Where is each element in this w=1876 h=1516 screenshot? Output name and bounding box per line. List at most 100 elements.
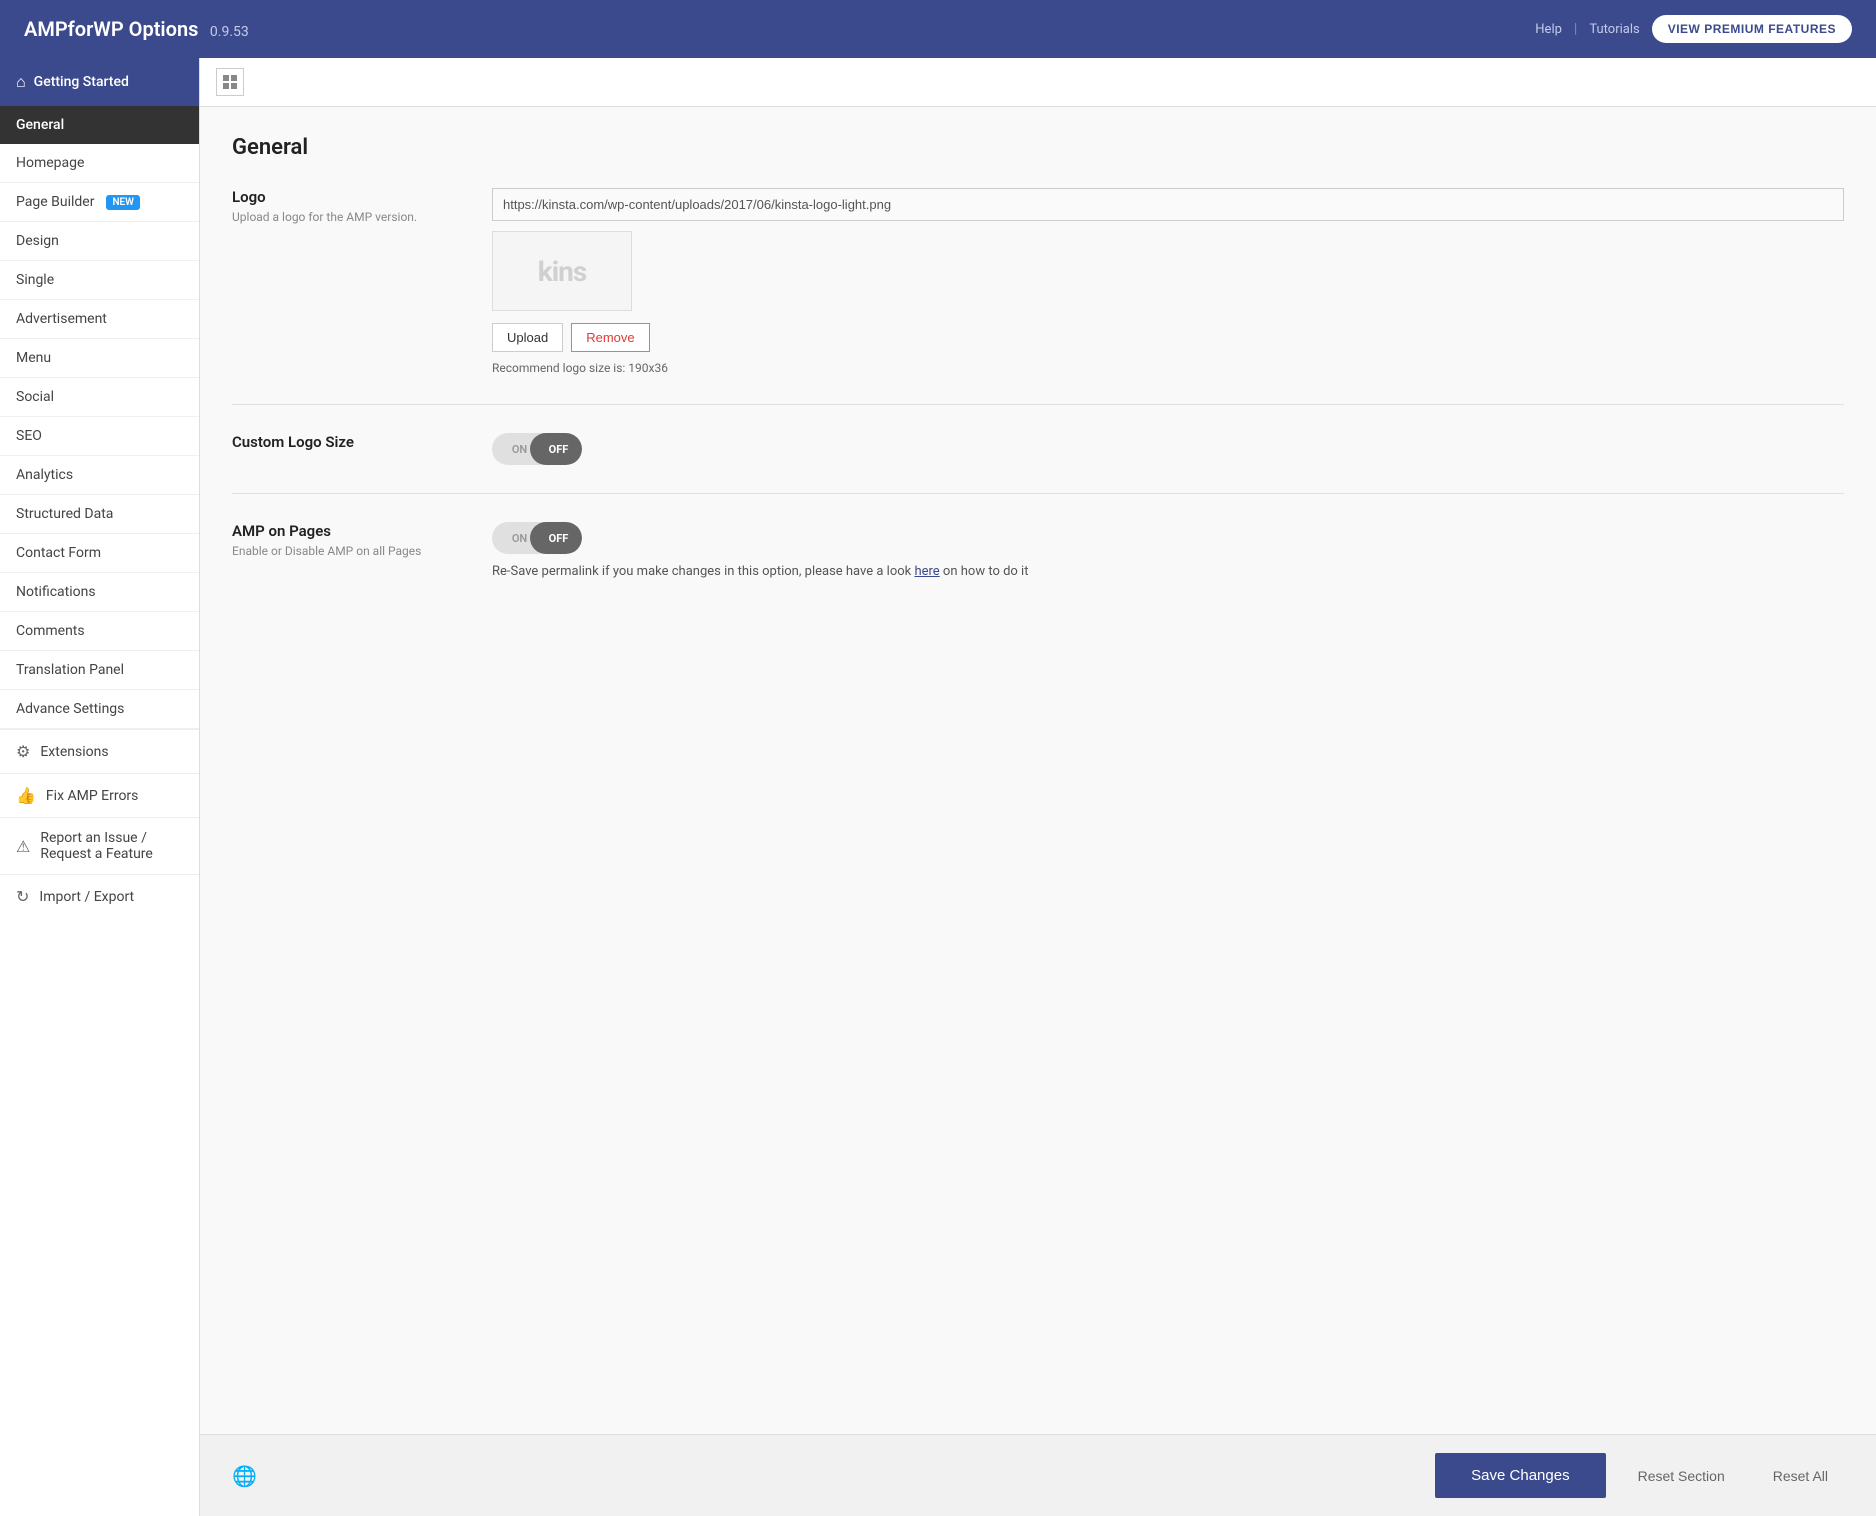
custom-logo-label: Custom Logo Size bbox=[232, 433, 452, 465]
sidebar-item-contact-form[interactable]: Contact Form bbox=[0, 534, 199, 573]
logo-buttons: Upload Remove bbox=[492, 323, 1844, 352]
amp-pages-toggle-wrap: ON OFF bbox=[492, 522, 1844, 554]
sidebar-item-extensions[interactable]: ⚙ Extensions bbox=[0, 729, 199, 773]
logo-hint: Recommend logo size is: 190x36 bbox=[492, 361, 668, 375]
logo-section: Logo Upload a logo for the AMP version. … bbox=[232, 188, 1844, 405]
logo-label: Logo bbox=[232, 188, 452, 206]
warning-icon: ⚠ bbox=[16, 837, 30, 856]
tutorials-link[interactable]: Tutorials bbox=[1589, 22, 1639, 37]
footer-globe-icon: 🌐 bbox=[232, 1464, 257, 1488]
sidebar-item-page-builder[interactable]: Page Builder NEW bbox=[0, 183, 199, 222]
sidebar-item-label: Advance Settings bbox=[16, 701, 124, 717]
sidebar-item-structured-data[interactable]: Structured Data bbox=[0, 495, 199, 534]
refresh-icon: ↻ bbox=[16, 887, 29, 906]
logo-url-input[interactable] bbox=[492, 188, 1844, 221]
sidebar-item-design[interactable]: Design bbox=[0, 222, 199, 261]
amp-note-link[interactable]: here bbox=[914, 564, 939, 579]
amp-note-text: Re-Save permalink if you make changes in… bbox=[492, 564, 914, 579]
custom-logo-toggle[interactable]: ON OFF bbox=[492, 433, 582, 465]
sidebar-item-getting-started[interactable]: ⌂ Getting Started bbox=[0, 58, 199, 106]
main-layout: ⌂ Getting Started General Homepage Page … bbox=[0, 58, 1876, 1516]
toggle-on-label: ON bbox=[492, 532, 539, 545]
sidebar-item-advertisement[interactable]: Advertisement bbox=[0, 300, 199, 339]
sidebar-item-label: Structured Data bbox=[16, 506, 113, 522]
main-toolbar bbox=[200, 58, 1876, 107]
sidebar-item-label: Page Builder bbox=[16, 194, 94, 210]
header-title-group: AMPforWP Options 0.9.53 bbox=[24, 17, 249, 41]
sidebar-item-fix-amp-errors[interactable]: 👍 Fix AMP Errors bbox=[0, 773, 199, 817]
reset-all-button[interactable]: Reset All bbox=[1757, 1458, 1844, 1494]
sidebar-item-homepage[interactable]: Homepage bbox=[0, 144, 199, 183]
toggle-off-label: OFF bbox=[539, 532, 582, 545]
remove-button[interactable]: Remove bbox=[571, 323, 649, 352]
sidebar: ⌂ Getting Started General Homepage Page … bbox=[0, 58, 200, 1516]
sidebar-item-label: Homepage bbox=[16, 155, 84, 171]
sidebar-item-label: Notifications bbox=[16, 584, 96, 600]
new-badge: NEW bbox=[106, 195, 140, 210]
logo-description: Upload a logo for the AMP version. bbox=[232, 210, 452, 224]
sidebar-item-label: Extensions bbox=[40, 744, 108, 760]
sidebar-item-label: Analytics bbox=[16, 467, 73, 483]
amp-pages-label-group: AMP on Pages Enable or Disable AMP on al… bbox=[232, 522, 452, 579]
logo-section-label: Logo Upload a logo for the AMP version. bbox=[232, 188, 452, 376]
sidebar-item-label: Report an Issue / Request a Feature bbox=[40, 830, 183, 862]
amp-pages-note: Re-Save permalink if you make changes in… bbox=[492, 564, 1844, 579]
sidebar-item-label: Comments bbox=[16, 623, 85, 639]
toggle-off-label: OFF bbox=[539, 443, 582, 456]
sidebar-item-seo[interactable]: SEO bbox=[0, 417, 199, 456]
sidebar-item-social[interactable]: Social bbox=[0, 378, 199, 417]
sidebar-item-comments[interactable]: Comments bbox=[0, 612, 199, 651]
sidebar-item-label: Fix AMP Errors bbox=[46, 788, 138, 804]
toggle-on-label: ON bbox=[492, 443, 539, 456]
grid-view-icon[interactable] bbox=[216, 68, 244, 96]
sidebar-item-label: SEO bbox=[16, 428, 42, 444]
logo-preview-text: kins bbox=[538, 255, 586, 288]
sidebar-getting-started-label: Getting Started bbox=[34, 74, 129, 90]
app-title: AMPforWP Options bbox=[24, 17, 198, 41]
footer-left: 🌐 bbox=[232, 1464, 257, 1488]
custom-logo-control: ON OFF bbox=[492, 433, 1844, 465]
amp-pages-control: ON OFF Re-Save permalink if you make cha… bbox=[492, 522, 1844, 579]
gear-icon: ⚙ bbox=[16, 742, 30, 761]
custom-logo-size-section: Custom Logo Size ON OFF bbox=[232, 433, 1844, 494]
sidebar-item-report-issue[interactable]: ⚠ Report an Issue / Request a Feature bbox=[0, 817, 199, 874]
home-icon: ⌂ bbox=[16, 72, 26, 92]
sidebar-item-general-active[interactable]: General bbox=[0, 106, 199, 144]
sidebar-item-label: Translation Panel bbox=[16, 662, 124, 678]
sidebar-item-import-export[interactable]: ↻ Import / Export bbox=[0, 874, 199, 918]
sidebar-item-label: Single bbox=[16, 272, 54, 288]
upload-button[interactable]: Upload bbox=[492, 323, 563, 352]
sidebar-item-label: Advertisement bbox=[16, 311, 107, 327]
sidebar-item-single[interactable]: Single bbox=[0, 261, 199, 300]
amp-on-pages-description: Enable or Disable AMP on all Pages bbox=[232, 544, 452, 558]
sidebar-item-label: Social bbox=[16, 389, 54, 405]
custom-logo-toggle-wrap: ON OFF bbox=[492, 433, 1844, 465]
main-panel: General Logo Upload a logo for the AMP v… bbox=[200, 58, 1876, 1516]
sidebar-item-translation-panel[interactable]: Translation Panel bbox=[0, 651, 199, 690]
logo-section-control: kins Upload Remove Recommend logo size i… bbox=[492, 188, 1844, 376]
sidebar-item-analytics[interactable]: Analytics bbox=[0, 456, 199, 495]
header-right: Help | Tutorials VIEW PREMIUM FEATURES bbox=[1535, 15, 1852, 43]
amp-note-after: on how to do it bbox=[940, 564, 1029, 579]
thumbsup-icon: 👍 bbox=[16, 786, 36, 805]
sidebar-item-label: Contact Form bbox=[16, 545, 101, 561]
amp-on-pages-section: AMP on Pages Enable or Disable AMP on al… bbox=[232, 522, 1844, 607]
amp-on-pages-label: AMP on Pages bbox=[232, 522, 452, 540]
sidebar-item-menu[interactable]: Menu bbox=[0, 339, 199, 378]
sidebar-item-notifications[interactable]: Notifications bbox=[0, 573, 199, 612]
sidebar-item-advance-settings[interactable]: Advance Settings bbox=[0, 690, 199, 729]
header-divider: | bbox=[1574, 21, 1577, 37]
page-title: General bbox=[232, 135, 1844, 160]
custom-logo-size-label: Custom Logo Size bbox=[232, 433, 452, 451]
premium-button[interactable]: VIEW PREMIUM FEATURES bbox=[1652, 15, 1852, 43]
amp-pages-toggle[interactable]: ON OFF bbox=[492, 522, 582, 554]
help-link[interactable]: Help bbox=[1535, 22, 1562, 37]
app-header: AMPforWP Options 0.9.53 Help | Tutorials… bbox=[0, 0, 1876, 58]
footer: 🌐 Save Changes Reset Section Reset All bbox=[200, 1434, 1876, 1516]
sidebar-item-label: Design bbox=[16, 233, 59, 249]
sidebar-active-label: General bbox=[16, 117, 64, 133]
reset-section-button[interactable]: Reset Section bbox=[1622, 1458, 1741, 1494]
main-content: General Logo Upload a logo for the AMP v… bbox=[200, 107, 1876, 1434]
save-changes-button[interactable]: Save Changes bbox=[1435, 1453, 1605, 1498]
sidebar-item-label: Menu bbox=[16, 350, 51, 366]
